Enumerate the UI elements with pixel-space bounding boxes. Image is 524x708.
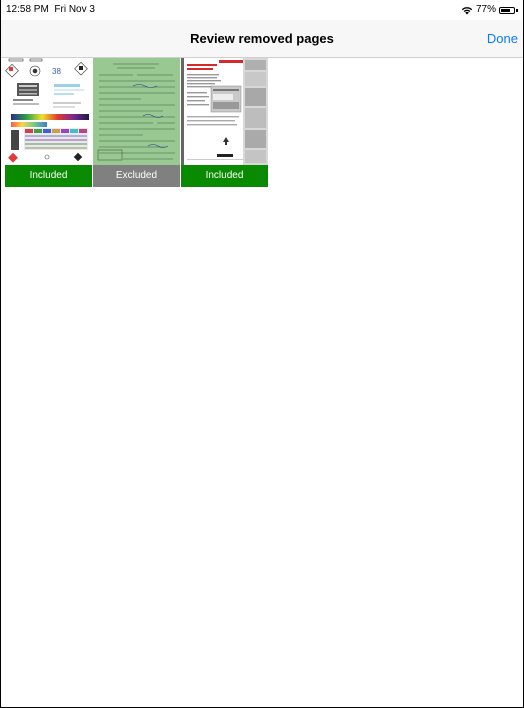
status-badge: Included xyxy=(5,165,92,187)
done-button[interactable]: Done xyxy=(487,20,518,58)
page-card-1[interactable]: 38 Included xyxy=(5,58,92,187)
battery-percent: 77% xyxy=(475,4,496,15)
status-bar: 12:58 PM Fri Nov 3 77% xyxy=(0,0,524,20)
page-grid: 38 Included Excluded Included xyxy=(5,58,268,187)
page-thumbnail xyxy=(93,58,180,165)
navigation-bar: Review removed pages Done xyxy=(0,20,524,58)
status-time: 12:58 PM Fri Nov 3 xyxy=(6,0,95,20)
status-label: Included xyxy=(29,170,68,181)
page-title: Review removed pages xyxy=(190,31,334,46)
status-time-text: 12:58 PM xyxy=(6,4,49,15)
page-card-2[interactable]: Excluded xyxy=(93,58,180,187)
status-badge: Excluded xyxy=(93,165,180,187)
page-thumbnail-image xyxy=(181,58,268,165)
status-label: Included xyxy=(205,170,244,181)
status-right: 77% xyxy=(461,0,518,20)
status-date-text: Fri Nov 3 xyxy=(54,4,95,15)
battery-icon xyxy=(499,7,515,14)
page-card-3[interactable]: Included xyxy=(181,58,268,187)
wifi-icon xyxy=(461,6,473,14)
page-thumbnail-image xyxy=(93,58,180,165)
page-thumbnail: 38 xyxy=(5,58,92,165)
battery-fill xyxy=(501,9,511,12)
status-badge: Included xyxy=(181,165,268,187)
status-label: Excluded xyxy=(115,170,158,181)
page-thumbnail xyxy=(181,58,268,165)
page-thumbnail-image: 38 xyxy=(5,58,89,163)
battery-nub xyxy=(516,9,518,12)
thumb-number: 38 xyxy=(52,67,61,76)
